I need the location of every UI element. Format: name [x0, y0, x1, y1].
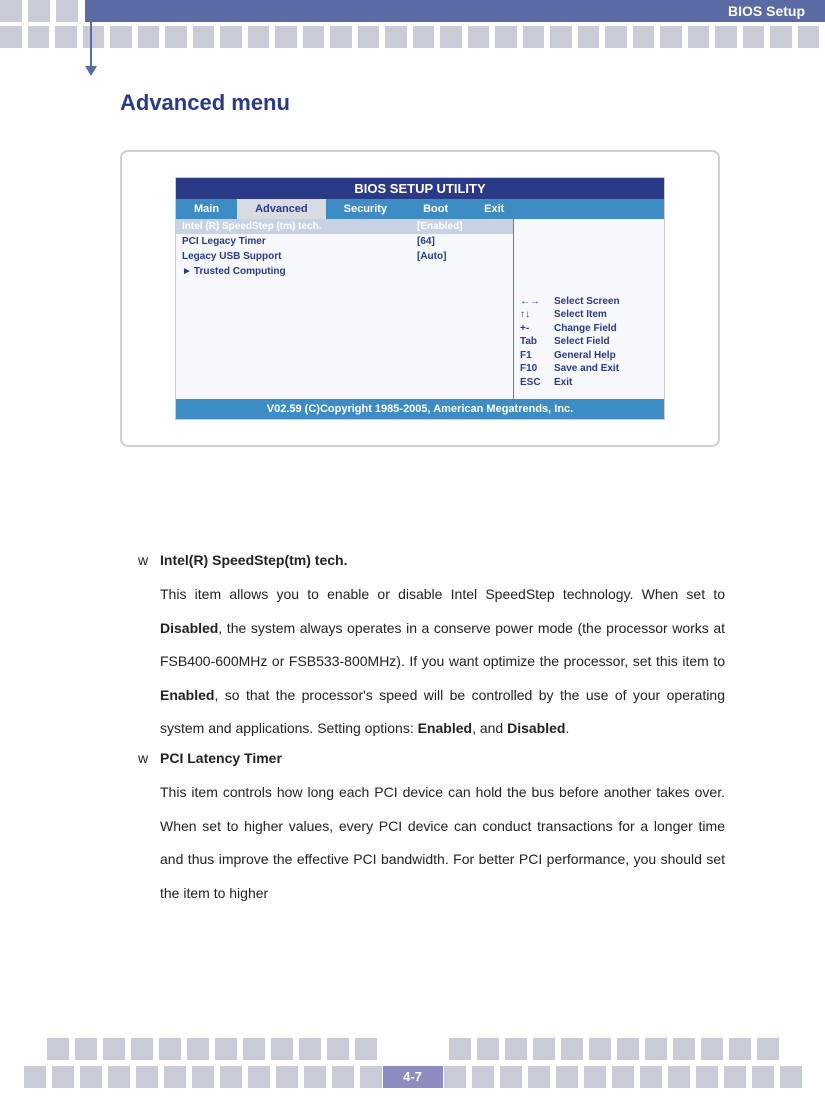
- decor-top-left: [0, 0, 80, 22]
- help-key: Tab: [520, 335, 554, 349]
- tab-main[interactable]: Main: [176, 199, 237, 219]
- submenu-arrow-icon: ►: [182, 266, 192, 277]
- bios-option-label: Legacy USB Support: [182, 251, 417, 262]
- page-header: BIOS Setup: [85, 0, 825, 22]
- help-desc: Select Item: [554, 308, 658, 322]
- section-title: Advanced menu: [120, 90, 290, 116]
- bios-help-panel: ←→Select Screen ↑↓Select Item +-Change F…: [514, 219, 664, 399]
- description-content: w Intel(R) SpeedStep(tm) tech. This item…: [138, 552, 725, 914]
- help-key: F10: [520, 362, 554, 376]
- help-key: +-: [520, 322, 554, 336]
- bullet-icon: w: [138, 552, 160, 746]
- bios-key-help: ←→Select Screen ↑↓Select Item +-Change F…: [514, 277, 664, 400]
- bios-option-legacy-usb[interactable]: Legacy USB Support [Auto]: [176, 249, 513, 264]
- help-desc: Save and Exit: [554, 362, 658, 376]
- item-title-pci: PCI Latency Timer: [160, 750, 725, 766]
- item-desc-pci: This item controls how long each PCI dev…: [160, 776, 725, 910]
- decor-top-row: [0, 26, 825, 48]
- help-desc: Exit: [554, 376, 658, 390]
- decor-arrow-line: [90, 0, 92, 70]
- bios-utility-title: BIOS SETUP UTILITY: [176, 178, 664, 199]
- page-header-title: BIOS Setup: [728, 3, 805, 19]
- bios-option-speedstep[interactable]: Intel (R) SpeedStep (tm) tech. [Enabled]: [176, 219, 513, 234]
- bios-option-value: [64]: [417, 236, 507, 247]
- help-key: F1: [520, 349, 554, 363]
- tab-security[interactable]: Security: [326, 199, 405, 219]
- bios-option-trusted-computing[interactable]: ► Trusted Computing: [176, 264, 513, 279]
- bios-option-value: [Auto]: [417, 251, 507, 262]
- decor-square: [28, 0, 50, 22]
- help-desc: Select Field: [554, 335, 658, 349]
- help-desc: Change Field: [554, 322, 658, 336]
- tab-boot[interactable]: Boot: [405, 199, 466, 219]
- bios-body: Intel (R) SpeedStep (tm) tech. [Enabled]…: [176, 219, 664, 399]
- bios-option-pci-legacy[interactable]: PCI Legacy Timer [64]: [176, 234, 513, 249]
- item-title-speedstep: Intel(R) SpeedStep(tm) tech.: [160, 552, 725, 568]
- tab-exit[interactable]: Exit: [466, 199, 522, 219]
- bios-window: BIOS SETUP UTILITY Main Advanced Securit…: [175, 177, 665, 420]
- bios-footer-copyright: V02.59 (C)Copyright 1985-2005, American …: [176, 399, 664, 419]
- bios-screenshot-frame: BIOS SETUP UTILITY Main Advanced Securit…: [120, 150, 720, 447]
- bios-option-value: [Enabled]: [417, 221, 507, 232]
- decor-square: [0, 0, 22, 22]
- bios-option-label: Intel (R) SpeedStep (tm) tech.: [182, 221, 417, 232]
- help-key: ESC: [520, 376, 554, 390]
- bullet-icon: w: [138, 750, 160, 910]
- tab-advanced[interactable]: Advanced: [237, 199, 326, 219]
- bios-option-label: Trusted Computing: [194, 266, 507, 277]
- help-key: ←→: [520, 295, 554, 309]
- bios-empty-space: [176, 279, 513, 399]
- bios-option-label: PCI Legacy Timer: [182, 236, 417, 247]
- help-desc: Select Screen: [554, 295, 658, 309]
- bios-options-panel: Intel (R) SpeedStep (tm) tech. [Enabled]…: [176, 219, 514, 399]
- page-number: 4-7: [383, 1066, 443, 1088]
- item-desc-speedstep: This item allows you to enable or disabl…: [160, 578, 725, 746]
- item-pci-latency: w PCI Latency Timer This item controls h…: [138, 750, 725, 910]
- help-desc: General Help: [554, 349, 658, 363]
- bios-tabs: Main Advanced Security Boot Exit: [176, 199, 664, 219]
- help-key: ↑↓: [520, 308, 554, 322]
- decor-square: [56, 0, 78, 22]
- decor-arrow-head-icon: [85, 66, 97, 76]
- item-speedstep: w Intel(R) SpeedStep(tm) tech. This item…: [138, 552, 725, 746]
